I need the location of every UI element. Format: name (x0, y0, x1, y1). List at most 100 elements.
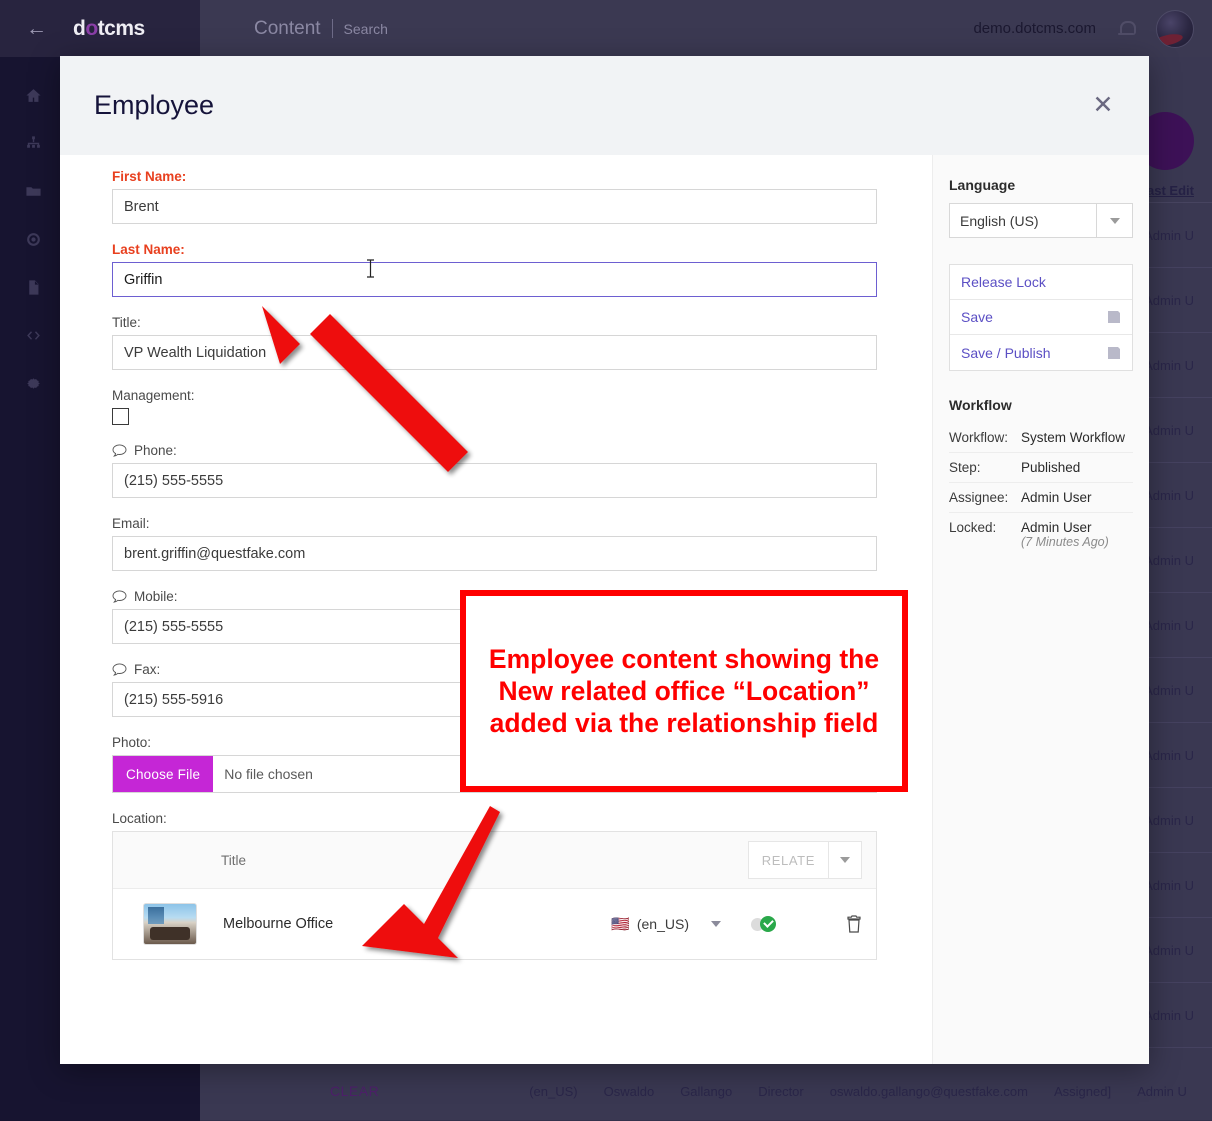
language-dropdown-button[interactable] (1096, 204, 1132, 237)
annotation-text: Employee content showing the New related… (488, 643, 880, 739)
phone-label: Phone: (134, 443, 177, 458)
language-value: English (US) (960, 212, 1039, 229)
logo-pre: d (73, 16, 86, 40)
chevron-down-icon[interactable] (711, 921, 721, 927)
cell-title: Director (758, 1083, 804, 1099)
cell-user: Admin U (1137, 1083, 1187, 1099)
workflow-row: Step: Published (949, 453, 1133, 483)
language-select[interactable]: English (US) (949, 203, 1133, 238)
code-icon (24, 326, 42, 344)
field-email: Email: brent.griffin@questfake.com (112, 516, 932, 571)
bell-icon[interactable] (1118, 20, 1136, 38)
first-name-label: First Name: (112, 169, 187, 184)
back-arrow-icon[interactable]: ← (26, 18, 47, 39)
relate-button[interactable]: RELATE (747, 841, 828, 879)
last-name-label: Last Name: (112, 242, 185, 257)
workflow-heading: Workflow (949, 397, 1012, 413)
chevron-down-icon (840, 857, 850, 863)
employee-dialog: Employee ✕ First Name: Brent Last Name: … (60, 56, 1149, 1064)
page-title: Employee (94, 90, 215, 120)
first-name-input[interactable]: Brent (112, 189, 877, 224)
cell-first-name: Oswaldo (603, 1083, 655, 1099)
title-input[interactable]: VP Wealth Liquidation (112, 335, 877, 370)
clear-button[interactable]: CLEAR (330, 1083, 379, 1099)
dotcms-logo: dotcms (73, 17, 145, 41)
dialog-sidebar: Language English (US) Release Lock Save (932, 155, 1149, 1064)
breadcrumb-content[interactable]: Content (254, 18, 321, 40)
save-publish-button[interactable]: Save / Publish (950, 335, 1132, 370)
comment-icon (112, 444, 127, 457)
field-location: Location: Title RELATE Melbourne Office … (112, 811, 932, 960)
email-label: Email: (112, 516, 150, 531)
workflow-key: Assignee: (949, 490, 1009, 505)
choose-file-button[interactable]: Choose File (113, 756, 214, 792)
home-icon (24, 86, 42, 104)
cell-user: Admin U (1144, 552, 1194, 568)
cell-status: Assigned] (1053, 1083, 1112, 1099)
fax-label: Fax: (134, 662, 161, 677)
gear-icon (24, 374, 42, 392)
field-first-name: First Name: Brent (112, 169, 932, 224)
locked-user: Admin User (1021, 520, 1092, 535)
relate-dropdown-button[interactable] (828, 841, 862, 879)
folder-icon (24, 182, 42, 200)
workflow-actions: Release Lock Save Save / Publish (949, 264, 1133, 371)
cell-user: Admin U (1144, 1007, 1194, 1023)
management-checkbox[interactable] (112, 408, 129, 425)
breadcrumb-divider (331, 19, 333, 38)
save-icon (1107, 310, 1121, 324)
relationship-table: Title RELATE Melbourne Office 🇺🇸 (en_US) (112, 831, 877, 960)
row-actions: 🇺🇸 (en_US) (611, 915, 862, 933)
sitemap-icon (24, 134, 42, 152)
table-row[interactable]: Melbourne Office 🇺🇸 (en_US) (113, 889, 876, 959)
cell-last-name: Gallango (680, 1083, 733, 1099)
background-table-last-row[interactable]: CLEAR (en_US) Oswaldo Gallango Director … (200, 1062, 1212, 1120)
cell-user: Admin U (1144, 487, 1194, 503)
management-label: Management: (112, 388, 195, 403)
related-content-title[interactable]: Melbourne Office (223, 916, 333, 932)
phone-label-row: Phone: (112, 443, 932, 458)
language-heading: Language (949, 177, 1016, 193)
green-check-icon (760, 916, 776, 932)
cell-user: Admin U (1144, 747, 1194, 763)
cell-user: Admin U (1144, 812, 1194, 828)
email-input[interactable]: brent.griffin@questfake.com (112, 536, 877, 571)
field-title: Title: VP Wealth Liquidation (112, 315, 932, 370)
relate-split-button: RELATE (747, 841, 862, 879)
phone-input[interactable]: (215) 555-5555 (112, 463, 877, 498)
locked-time: (7 Minutes Ago) (1021, 535, 1109, 549)
annotation-callout: Employee content showing the New related… (460, 590, 908, 792)
file-state-label: No file chosen (224, 766, 313, 782)
column-header-title: Title (221, 852, 247, 868)
workflow-details: Workflow: System Workflow Step: Publishe… (949, 423, 1133, 556)
field-last-name: Last Name: Griffin (112, 242, 932, 297)
mobile-label: Mobile: (134, 589, 178, 604)
trash-icon[interactable] (846, 915, 862, 933)
release-lock-button[interactable]: Release Lock (950, 265, 1132, 300)
workflow-key: Step: (949, 460, 981, 475)
logo-post: tcms (97, 16, 146, 40)
logo-dot: o (85, 16, 98, 40)
target-icon (24, 230, 42, 248)
us-flag-icon: 🇺🇸 (611, 916, 630, 933)
workflow-value: Published (1021, 460, 1081, 475)
host-label: demo.dotcms.com (973, 20, 1096, 37)
cell-user: Admin U (1144, 942, 1194, 958)
breadcrumb-search[interactable]: Search (344, 21, 388, 37)
save-publish-label: Save / Publish (961, 344, 1051, 361)
top-bar: ← dotcms Content Search demo.dotcms.com (0, 0, 1212, 57)
last-name-input[interactable]: Griffin (112, 262, 877, 297)
cell-user: Admin U (1144, 357, 1194, 373)
dialog-header: Employee ✕ (60, 56, 1149, 155)
avatar[interactable] (1156, 9, 1194, 48)
cell-user: Admin U (1144, 682, 1194, 698)
save-button[interactable]: Save (950, 300, 1132, 335)
relationship-table-header: Title RELATE (113, 832, 876, 889)
close-icon[interactable]: ✕ (1081, 84, 1125, 128)
workflow-key: Locked: (949, 520, 997, 535)
chevron-down-icon (1109, 217, 1120, 224)
cell-email: oswaldo.gallango@questfake.com (829, 1083, 1028, 1099)
release-lock-label: Release Lock (961, 274, 1046, 290)
title-label: Title: (112, 315, 141, 330)
workflow-row: Locked: Admin User (7 Minutes Ago) (949, 513, 1133, 556)
